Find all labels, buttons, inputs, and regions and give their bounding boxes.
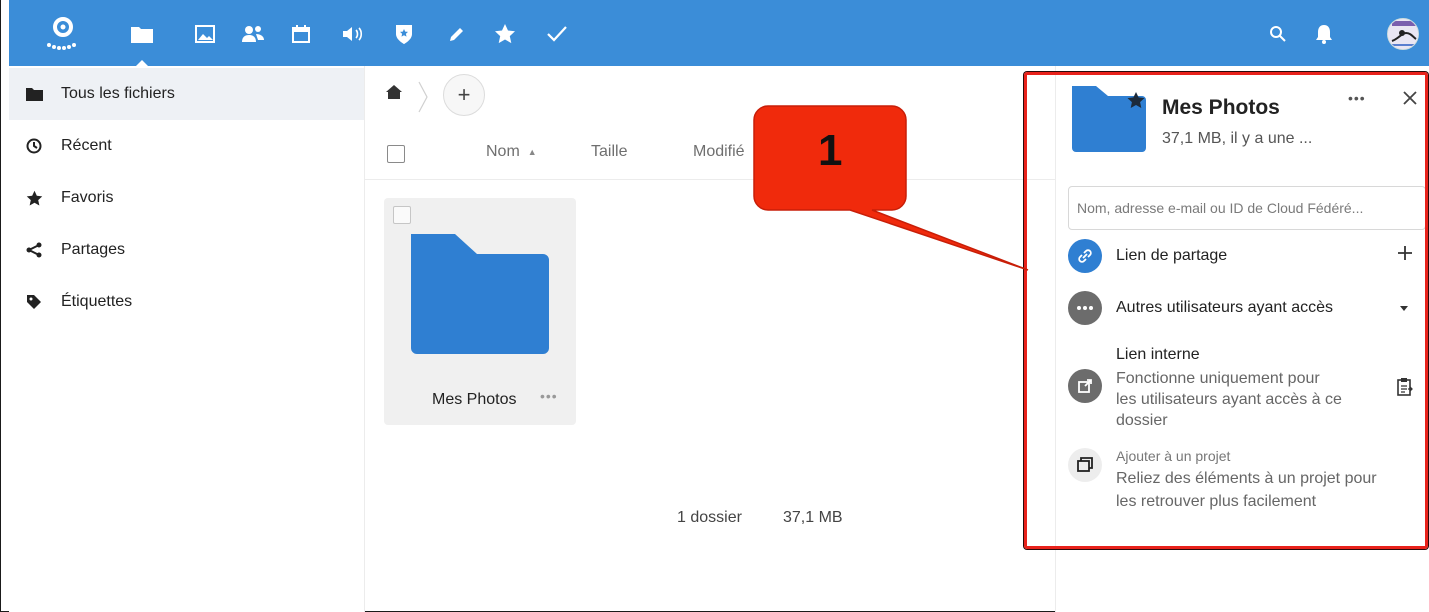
- file-select-checkbox[interactable]: [393, 206, 411, 224]
- contacts-icon[interactable]: [241, 22, 265, 46]
- star-icon: [25, 189, 43, 207]
- new-file-button[interactable]: +: [443, 74, 485, 116]
- talk-icon[interactable]: [341, 22, 365, 46]
- callout-marker: [753, 105, 1029, 271]
- user-avatar[interactable]: [1387, 18, 1419, 50]
- nextcloud-logo[interactable]: [43, 14, 83, 54]
- file-name: Mes Photos: [432, 391, 517, 408]
- column-name-header[interactable]: Nom ▲: [486, 143, 537, 161]
- column-modified-header[interactable]: Modifié: [693, 143, 745, 161]
- column-size-header[interactable]: Taille: [591, 143, 627, 161]
- home-icon[interactable]: [385, 84, 403, 105]
- select-all-checkbox[interactable]: [387, 145, 405, 163]
- share-icon: [25, 241, 43, 259]
- clock-icon: [25, 137, 43, 155]
- sidebar-item-favorites[interactable]: Favoris: [9, 172, 364, 224]
- sidebar-item-recent[interactable]: Récent: [9, 120, 364, 172]
- folder-thumbnail-icon: [411, 234, 549, 359]
- breadcrumb-separator: [418, 81, 428, 113]
- sidebar-item-label: Partages: [61, 241, 126, 258]
- sidebar-item-label: Récent: [61, 137, 112, 154]
- sidebar-item-shares[interactable]: Partages: [9, 224, 364, 276]
- file-actions-icon[interactable]: •••: [540, 388, 558, 404]
- callout-number: 1: [818, 126, 843, 175]
- highlight-box: [1024, 72, 1428, 549]
- navigation-sidebar: Tous les fichiers Récent Favoris Partage…: [9, 66, 365, 612]
- sidebar-item-label: Favoris: [61, 189, 114, 206]
- sidebar-item-label: Tous les fichiers: [61, 85, 175, 102]
- favorites-icon[interactable]: [493, 22, 517, 46]
- tag-icon: [25, 293, 43, 311]
- sidebar-item-label: Étiquettes: [61, 293, 133, 310]
- photos-icon[interactable]: [193, 22, 217, 46]
- passwords-icon[interactable]: [392, 22, 416, 46]
- sidebar-item-tags[interactable]: Étiquettes: [9, 276, 364, 328]
- notes-icon[interactable]: [445, 22, 469, 46]
- tasks-icon[interactable]: [545, 22, 569, 46]
- sort-ascending-icon: ▲: [527, 146, 537, 157]
- summary-folder-count: 1 dossier: [677, 509, 742, 526]
- sidebar-item-all-files[interactable]: Tous les fichiers: [9, 68, 364, 120]
- files-icon[interactable]: [130, 22, 154, 46]
- file-tile[interactable]: Mes Photos •••: [384, 198, 576, 425]
- calendar-icon[interactable]: [289, 22, 313, 46]
- summary-total-size: 37,1 MB: [783, 509, 843, 526]
- search-icon[interactable]: [1266, 22, 1290, 46]
- top-header: [9, 0, 1429, 67]
- folder-icon: [25, 85, 43, 103]
- notifications-bell-icon[interactable]: [1312, 22, 1336, 46]
